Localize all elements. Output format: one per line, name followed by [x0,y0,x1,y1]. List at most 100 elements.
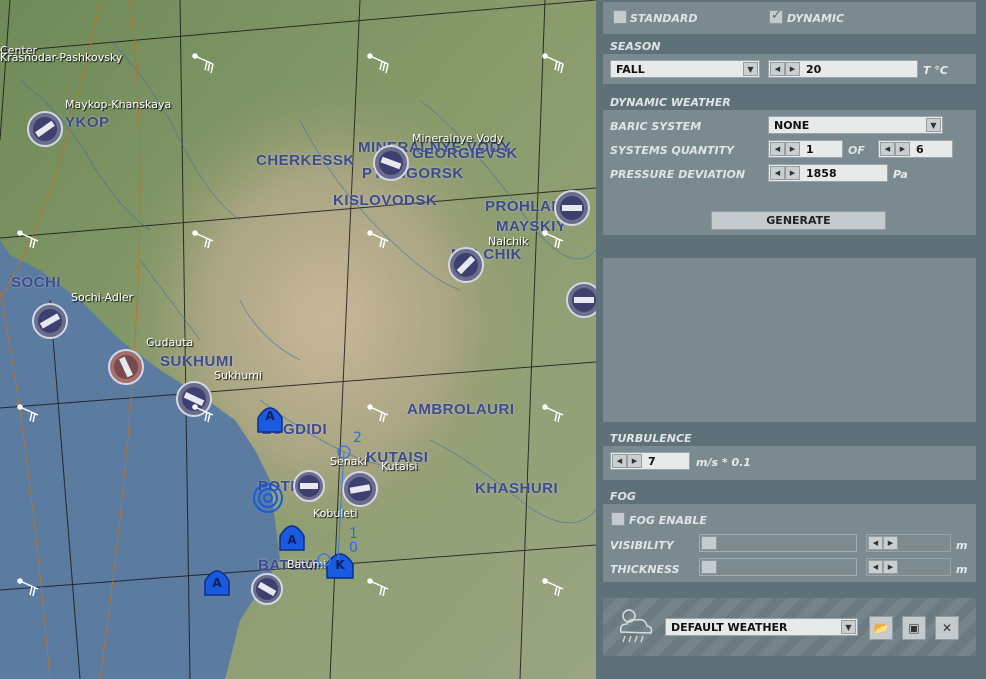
airfield-label: Mineralnye Vody [412,132,504,145]
season-header: SEASON [610,40,661,53]
turbulence-spinner[interactable]: ◀ ▶ 7 [610,452,690,470]
weather-preview-area [603,258,976,422]
city-label: SUKHUMI [160,353,234,370]
increment-icon[interactable]: ▶ [785,142,800,156]
increment-icon[interactable]: ▶ [895,142,910,156]
season-section: FALL ▼ ◀ ▶ 20 T °C [603,54,976,84]
weather-cloud-icon [619,609,653,643]
turbulence-value: 7 [648,455,656,468]
fog-header: FOG [610,490,636,503]
preset-section: DEFAULT WEATHER ▼ 📂 ▣ ✕ [603,598,976,656]
dynamic-weather-header: DYNAMIC WEATHER [610,96,731,109]
visibility-label: VISIBILITY [610,539,674,552]
baric-system-select[interactable]: NONE ▼ [768,116,943,134]
baric-system-value: NONE [774,119,810,132]
decrement-icon[interactable]: ◀ [868,560,883,574]
save-icon[interactable]: ▣ [902,616,926,640]
increment-icon[interactable]: ▶ [883,560,898,574]
turbulence-unit: m/s * 0.1 [696,456,751,469]
decrement-icon[interactable]: ◀ [868,536,883,550]
systems-quantity-value: 1 [806,143,814,156]
airfield-label: Kobuleti [313,507,358,520]
temperature-unit: T °C [923,64,948,77]
mode-section: STANDARD DYNAMIC [603,2,976,34]
pressure-deviation-label: PRESSURE DEVIATION [610,168,746,181]
airfield-label: Batumi [287,558,327,571]
increment-icon[interactable]: ▶ [627,454,642,468]
of-label: OF [848,144,865,157]
increment-icon[interactable]: ▶ [785,62,800,76]
airfield-label: Nalchik [488,235,529,248]
decrement-icon[interactable]: ◀ [880,142,895,156]
marker-letter: A [212,576,222,590]
city-label: CHERKESSK [256,152,355,169]
pressure-deviation-value: 1858 [806,167,837,180]
airfield-label: Senaki [330,455,367,468]
city-label: KHASHURI [475,480,559,497]
weather-panel: STANDARD DYNAMIC SEASON FALL ▼ ◀▶ 20 T °… [596,0,986,679]
city-label: PYATIGORSK [362,165,464,182]
pressure-deviation-spinner[interactable]: ◀ ▶ 1858 [768,164,888,182]
pressure-unit: Pa [893,168,908,181]
airfield-label: Gudauta [146,336,194,349]
systems-max-spinner[interactable]: ◀ ▶ 6 [878,140,953,158]
increment-icon[interactable]: ▶ [883,536,898,550]
temperature-value: 20 [806,63,822,76]
marker-letter: K [335,558,345,572]
city-label: NALCHIK [451,246,522,263]
increment-icon[interactable]: ▶ [785,166,800,180]
weather-preset-select[interactable]: DEFAULT WEATHER ▼ [665,618,858,636]
systems-max-value: 6 [916,143,924,156]
season-select[interactable]: FALL ▼ [610,60,760,78]
decrement-icon[interactable]: ◀ [770,142,785,156]
city-label: KISLOVODSK [333,192,438,209]
thickness-label: THICKNESS [610,563,680,576]
airfield-label: Sukhumi [214,369,263,382]
slider-handle[interactable] [701,560,717,574]
city-label: POTI [258,478,296,495]
weather-map[interactable]: YKOP CHERKESSK MINERALNYE VODY GEORGIEVS… [0,0,596,679]
thickness-spinner[interactable]: ◀ ▶ [866,558,951,576]
airfield-label: Sochi-Adler [71,291,134,304]
city-label: GEORGIEVSK [412,145,518,162]
route-waypoint-number: 0 [349,540,358,556]
standard-label: STANDARD [630,12,698,25]
airfield-label: Maykop-Khanskaya [65,98,172,111]
turbulence-header: TURBULENCE [610,432,692,445]
chevron-down-icon[interactable]: ▼ [926,118,941,132]
open-folder-icon[interactable]: 📂 [869,616,893,640]
city-label: YKOP [65,114,110,131]
airfield-label: Kutaisi [381,460,418,473]
visibility-spinner[interactable]: ◀ ▶ [866,534,951,552]
decrement-icon[interactable]: ◀ [770,166,785,180]
chevron-down-icon[interactable]: ▼ [841,620,856,634]
marker-letter: A [287,533,297,547]
visibility-slider[interactable] [699,534,857,552]
temperature-spinner[interactable]: ◀ ▶ 20 [768,60,918,78]
delete-icon[interactable]: ✕ [935,616,959,640]
season-value: FALL [616,63,645,76]
turbulence-section: ◀ ▶ 7 m/s * 0.1 [603,446,976,480]
city-label: MAYSKIY [496,218,567,235]
systems-quantity-spinner[interactable]: ◀ ▶ 1 [768,140,843,158]
city-label: AMBROLAURI [407,401,515,418]
dynamic-checkbox[interactable] [769,8,783,24]
fog-enable-label: FOG ENABLE [629,514,707,527]
thickness-slider[interactable] [699,558,857,576]
dynamic-weather-section: BARIC SYSTEM NONE ▼ SYSTEMS QUANTITY ◀ ▶ … [603,110,976,235]
generate-button[interactable]: GENERATE [711,211,886,230]
visibility-unit: m [956,539,968,552]
fog-enable-checkbox[interactable] [611,512,625,526]
airfield-label: Krasnodar-Pashkovsky [0,51,123,64]
chevron-down-icon[interactable]: ▼ [743,62,758,76]
city-label: SOCHI [11,274,62,291]
route-waypoint-number: 2 [353,430,362,446]
marker-letter: A [265,409,275,423]
weather-preset-value: DEFAULT WEATHER [671,621,788,634]
fog-section: FOG ENABLE VISIBILITY ◀ ▶ m THICKNESS ◀ ▶ … [603,504,976,582]
decrement-icon[interactable]: ◀ [770,62,785,76]
decrement-icon[interactable]: ◀ [612,454,627,468]
slider-handle[interactable] [701,536,717,550]
standard-checkbox[interactable] [613,10,627,24]
baric-system-label: BARIC SYSTEM [610,120,702,133]
